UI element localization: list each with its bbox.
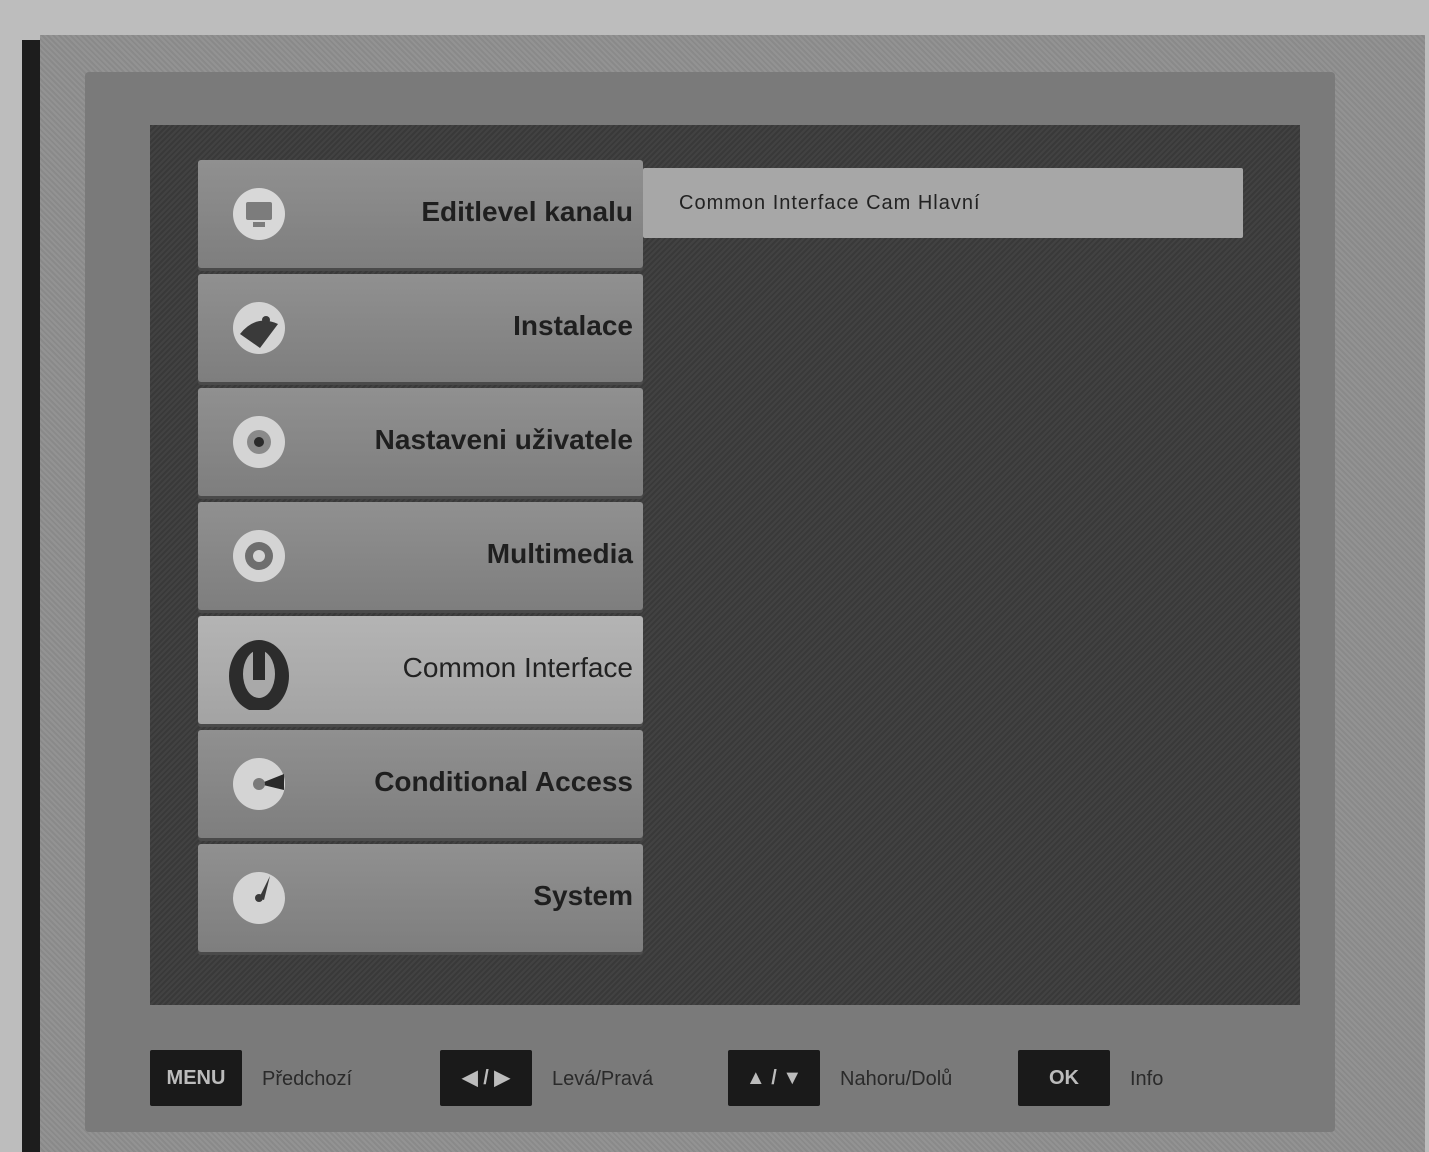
multimedia-icon [233,530,285,582]
menu-item-conditional-access[interactable]: Conditional Access [198,730,643,838]
main-menu: Editlevel kanalu Instalace Nastaveni uži… [198,160,643,958]
user-settings-icon [233,416,285,468]
menu-item-multimedia[interactable]: Multimedia [198,502,643,610]
left-right-key-icon: ◀ / ▶ [440,1050,532,1106]
menu-item-label: Nastaveni uživatele [374,424,633,455]
menu-item-label: System [533,880,633,911]
tv-bezel [22,40,40,1152]
up-down-key-icon: ▲ / ▼ [728,1050,820,1106]
hint-label: Levá/Pravá [552,1068,654,1090]
submenu-item-ci-slot[interactable]: Common Interface Cam Hlavní [643,168,1243,238]
ok-key-icon: OK [1018,1050,1110,1106]
hint-label: Info [1130,1068,1164,1090]
menu-item-user-settings[interactable]: Nastaveni uživatele [198,388,643,496]
hint-label: Předchozí [262,1068,353,1090]
menu-item-installation[interactable]: Instalace [198,274,643,382]
satellite-dish-icon [233,302,285,354]
menu-item-label: Conditional Access [374,766,633,797]
menu-item-label: Common Interface [402,652,633,683]
menu-key-icon: MENU [150,1050,242,1106]
hint-label: Nahoru/Dolů [840,1068,953,1090]
key-hints-bar: MENU Předchozí ◀ / ▶ Levá/Pravá ▲ / ▼ Na… [150,1042,1300,1114]
submenu-label: Common Interface Cam Hlavní [679,192,981,214]
menu-item-channel-edit[interactable]: Editlevel kanalu [198,160,643,268]
menu-item-label: Instalace [513,310,633,341]
menu-item-system[interactable]: System [198,844,643,952]
conditional-access-icon [233,758,285,810]
common-interface-icon [229,640,289,710]
tv-icon [233,188,285,240]
menu-item-label: Multimedia [486,538,633,569]
menu-item-common-interface[interactable]: Common Interface [198,616,643,724]
system-icon [233,872,285,924]
menu-item-label: Editlevel kanalu [421,196,633,227]
